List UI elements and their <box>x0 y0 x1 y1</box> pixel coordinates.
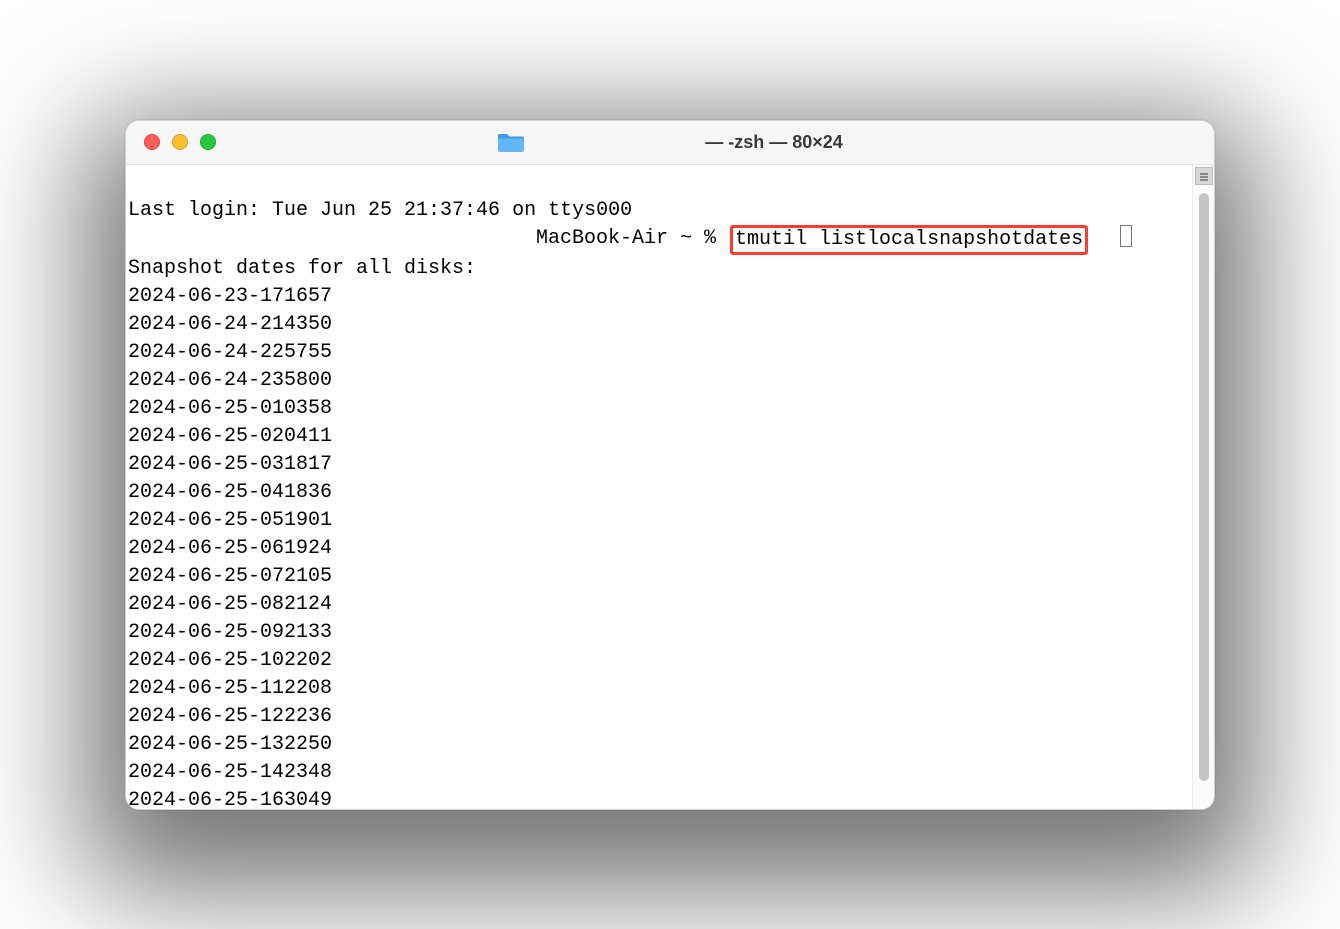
snapshot-date: 2024-06-25-082124 <box>128 591 1192 619</box>
window-controls <box>144 134 216 150</box>
scroll-thumb[interactable] <box>1199 193 1209 781</box>
command-text: tmutil listlocalsnapshotdates <box>735 228 1083 251</box>
prompt-line: MacBook-Air ~ % tmutil listlocalsnapshot… <box>128 225 1192 255</box>
snapshot-date: 2024-06-25-031817 <box>128 451 1192 479</box>
close-window-button[interactable] <box>144 134 160 150</box>
window-title: — -zsh — 80×24 <box>705 132 843 153</box>
snapshot-date: 2024-06-25-122236 <box>128 703 1192 731</box>
snapshot-date: 2024-06-25-041836 <box>128 479 1192 507</box>
snapshot-date: 2024-06-24-225755 <box>128 339 1192 367</box>
snapshot-date: 2024-06-25-142348 <box>128 759 1192 787</box>
snapshot-date: 2024-06-24-235800 <box>128 367 1192 395</box>
output-header: Snapshot dates for all disks: <box>128 255 1192 283</box>
snapshot-date: 2024-06-23-171657 <box>128 283 1192 311</box>
snapshot-date: 2024-06-25-102202 <box>128 647 1192 675</box>
zoom-window-button[interactable] <box>200 134 216 150</box>
terminal-cursor <box>1120 225 1132 247</box>
snapshot-date: 2024-06-25-010358 <box>128 395 1192 423</box>
scroll-options-button[interactable] <box>1195 167 1213 185</box>
minimize-window-button[interactable] <box>172 134 188 150</box>
terminal-content[interactable]: Last login: Tue Jun 25 21:37:46 on ttys0… <box>126 165 1192 809</box>
snapshot-date: 2024-06-25-132250 <box>128 731 1192 759</box>
snapshot-date: 2024-06-25-020411 <box>128 423 1192 451</box>
snapshot-date: 2024-06-25-051901 <box>128 507 1192 535</box>
titlebar: — -zsh — 80×24 <box>126 121 1214 165</box>
snapshot-date: 2024-06-24-214350 <box>128 311 1192 339</box>
last-login-line: Last login: Tue Jun 25 21:37:46 on ttys0… <box>128 197 1192 225</box>
command-highlight: tmutil listlocalsnapshotdates <box>730 225 1088 255</box>
folder-icon <box>497 131 525 153</box>
snapshot-date: 2024-06-25-072105 <box>128 563 1192 591</box>
snapshot-date: 2024-06-25-061924 <box>128 535 1192 563</box>
scrollbar[interactable] <box>1192 165 1214 809</box>
terminal-window: — -zsh — 80×24 Last login: Tue Jun 25 21… <box>125 120 1215 810</box>
snapshot-date: 2024-06-25-163049 <box>128 787 1192 809</box>
snapshot-date: 2024-06-25-112208 <box>128 675 1192 703</box>
snapshot-date: 2024-06-25-092133 <box>128 619 1192 647</box>
shell-prompt: MacBook-Air ~ % <box>128 225 728 255</box>
